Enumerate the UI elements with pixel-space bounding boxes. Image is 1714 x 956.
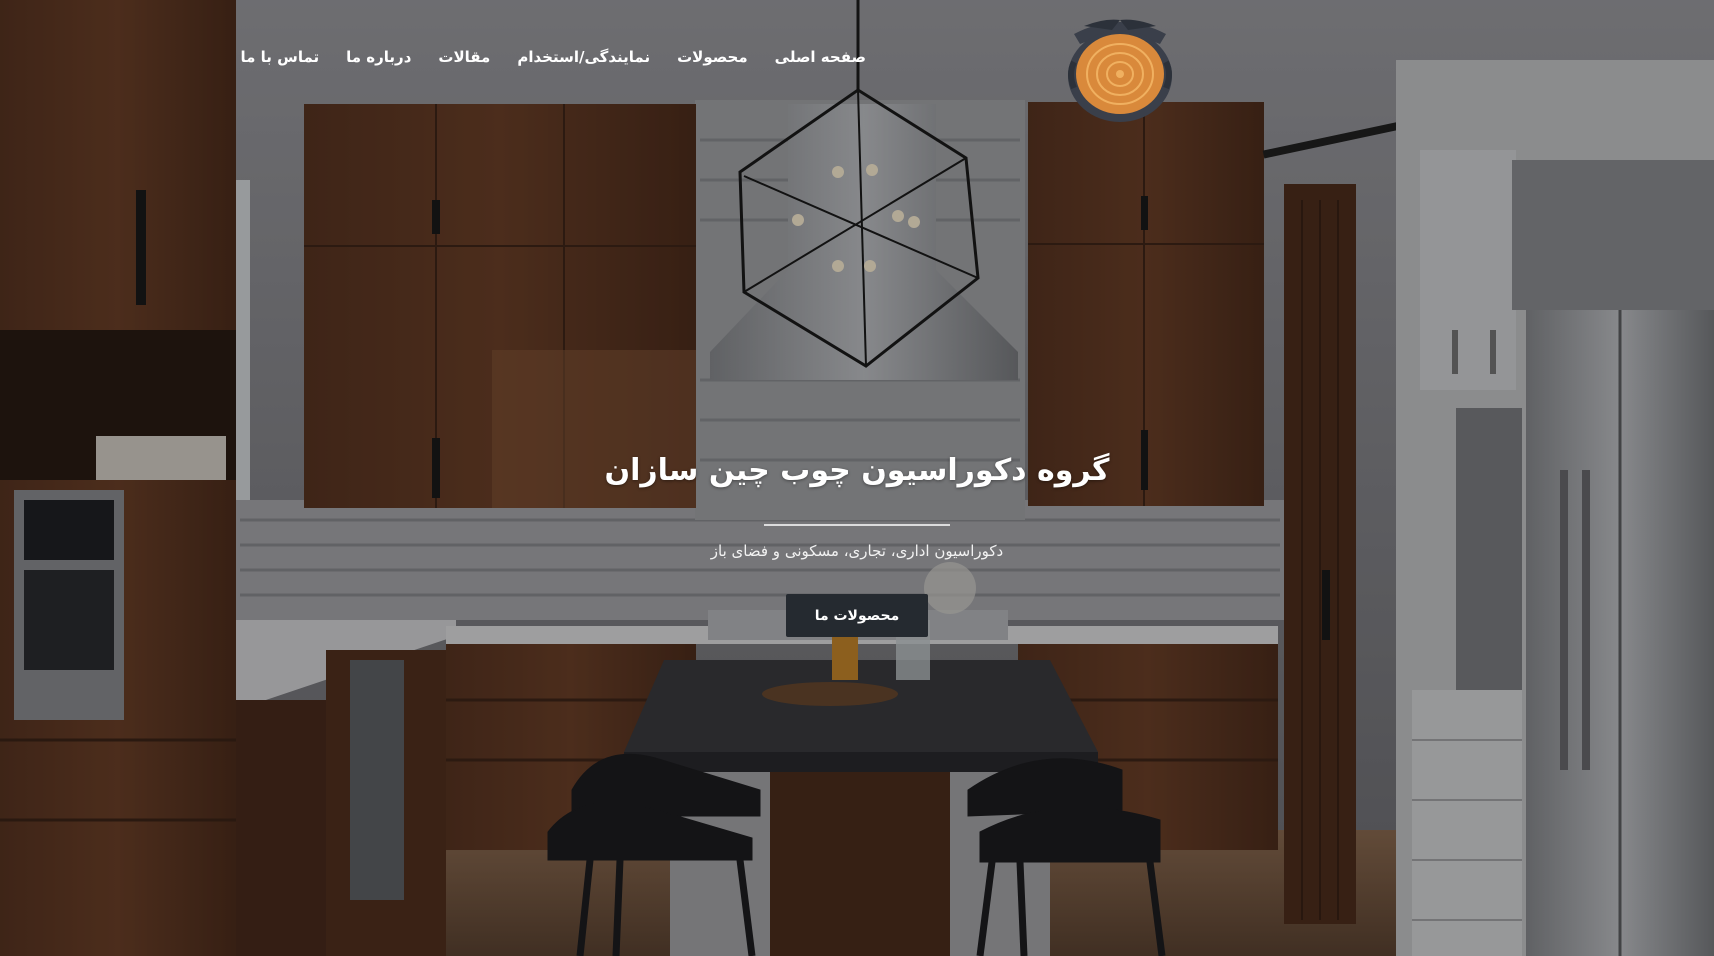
- nav-item-home[interactable]: صفحه اصلی: [775, 48, 866, 66]
- nav-item-about[interactable]: درباره ما: [346, 48, 411, 66]
- hero-subtitle: دکوراسیون اداری، تجاری، مسکونی و فضای با…: [710, 542, 1004, 560]
- title-divider: [764, 524, 950, 526]
- our-products-button[interactable]: محصولات ما: [786, 594, 928, 637]
- nav-item-contact[interactable]: تماس با ما: [241, 48, 320, 66]
- nav-item-agency-careers[interactable]: نمایندگی/استخدام: [517, 48, 650, 66]
- nav-item-products[interactable]: محصولات: [677, 48, 748, 66]
- nav-item-articles[interactable]: مقالات: [438, 48, 490, 66]
- hero-title: گروه دکوراسیون چوب چین سازان: [604, 453, 1110, 488]
- wood-slice-logo-icon[interactable]: [1064, 14, 1176, 124]
- main-navigation: صفحه اصلی محصولات نمایندگی/استخدام مقالا…: [241, 48, 867, 66]
- hero-section: صفحه اصلی محصولات نمایندگی/استخدام مقالا…: [0, 0, 1714, 956]
